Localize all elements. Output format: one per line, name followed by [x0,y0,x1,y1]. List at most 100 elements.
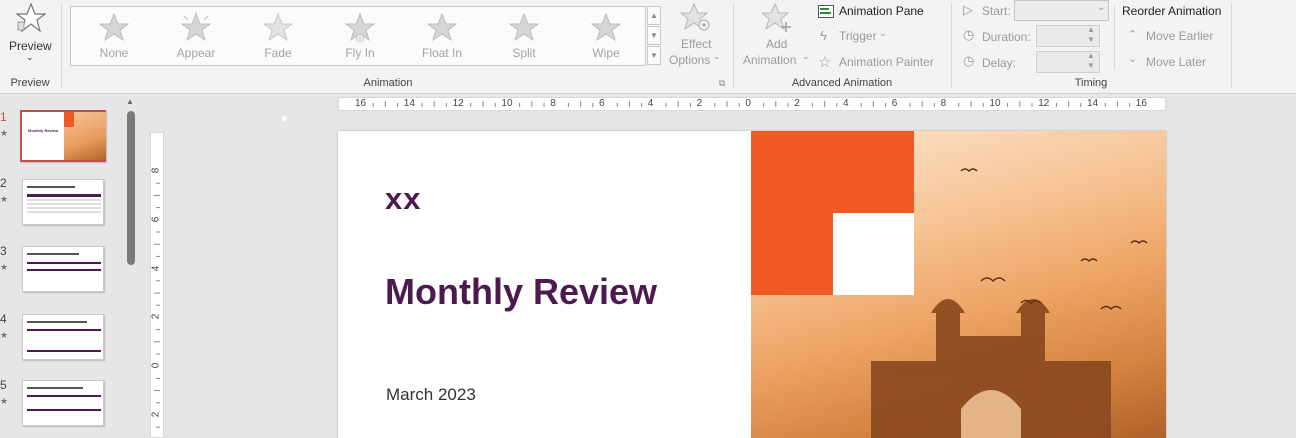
gallery-more[interactable]: ▼ [647,46,661,65]
animation-star-icon: ★ [0,194,9,204]
anim-fly-in-label: Fly In [345,46,375,60]
ruler-h-label: 4 [647,98,654,109]
add-animation-button[interactable]: Add Animation ⌄ [740,2,812,68]
animation-star-icon: ★ [0,262,9,272]
anim-none-label: None [99,46,129,60]
ruler-h-label: 10 [501,98,513,109]
ruler-h-label: 2 [696,98,703,109]
effect-options-button[interactable]: Effect Options ⌄ [666,2,726,68]
animation-pane-label: Animation Pane [839,4,924,18]
move-earlier-button[interactable]: ⌃ Move Earlier [1126,28,1226,45]
ruler-v-label: 0 [150,362,162,369]
effect-options-line1: Effect [681,37,712,51]
anim-split[interactable]: Split [483,7,565,67]
slide-title[interactable]: Monthly Review [385,271,657,313]
gallery-scroll: ▲ ▼ ▼ [647,6,661,66]
animation-pane-button[interactable]: Animation Pane [818,3,930,20]
ruler-v-label: 2 [150,411,162,418]
animation-painter-label: Animation Painter [839,55,934,69]
gallery-scroll-down[interactable]: ▼ [647,26,661,45]
star-fly-in-icon [345,12,375,42]
slide-number-3: 3 [0,244,7,258]
slide-thumbnail-2[interactable] [22,179,104,225]
slide-canvas[interactable]: xx Monthly Review March 2023 [338,131,1166,438]
lightning-icon: ϟ [820,28,827,43]
slide-thumbnail-3[interactable] [22,246,104,292]
thumb-accent [64,112,74,127]
slide-number-1: 1 [0,110,7,124]
ruler-v-label: 4 [150,265,162,271]
clock-icon: ◷ [963,27,975,42]
spinner-up-icon: ▲ [1087,25,1095,34]
add-animation-icon [762,2,791,32]
move-later-button[interactable]: ⌄ Move Later [1126,53,1226,71]
thumb-line [27,253,79,255]
preview-label: Preview [9,39,52,53]
anim-wipe-label: Wipe [592,46,620,60]
ruler-h-label: 8 [940,98,947,109]
add-animation-line1: Add [766,37,788,51]
slide-thumbnail-pane: 1 ★ Monthly Review 2 ★ 3 ★ 4 ★ 5 ★ [0,94,144,438]
anim-split-label: Split [512,46,536,60]
separator [61,4,62,88]
slide-thumbnail-1[interactable]: Monthly Review [20,110,106,162]
slide-thumbnail-5[interactable] [22,380,104,426]
white-cutout [833,213,914,295]
vertical-ruler: 8 6 4 2 0 2 [150,132,164,438]
advanced-group-label: Advanced Animation [791,77,893,89]
slide-header-text[interactable]: xx [385,181,421,217]
separator [1114,6,1115,70]
chevron-down-icon: ⌄ [879,28,887,38]
slide-thumbnail-4[interactable] [22,314,104,360]
ruler-h-label: 16 [1135,98,1147,109]
ruler-h-label: 14 [403,98,415,109]
anim-fade[interactable]: Fade [237,7,319,67]
delay-spinner[interactable]: ▲ ▼ [1036,51,1100,73]
ruler-h-label: 14 [1087,98,1099,109]
ruler-h-label: 10 [989,98,1001,109]
horizontal-ruler: 16 14 12 10 8 6 4 2 0 2 4 6 8 10 12 14 16 [338,97,1166,111]
thumb-band [27,262,101,264]
ruler-h-label: 4 [843,98,849,109]
accent-block-bottom[interactable] [751,213,833,295]
anim-none[interactable]: None [73,7,155,67]
reorder-title: Reorder Animation [1122,4,1222,18]
spinner-up-icon: ▲ [1087,51,1095,60]
animation-painter-button[interactable]: ☆ Animation Painter [818,54,940,71]
painter-star-icon: ☆ [818,54,832,71]
chevron-down-icon: ⌄ [713,51,721,61]
anim-appear[interactable]: Appear [155,7,237,67]
star-split-icon [509,12,539,42]
preview-button[interactable]: Preview ⌄ [4,2,56,66]
duration-spinner[interactable]: ▲ ▼ [1036,25,1100,47]
spinner-down-icon: ▼ [1087,35,1095,44]
delay-label: Delay: [982,56,1017,70]
slide-date[interactable]: March 2023 [386,385,476,405]
accent-block-top[interactable] [751,131,914,213]
gallery-scroll-up[interactable]: ▲ [647,6,661,25]
ruler-v-label: 6 [150,216,162,223]
slide-number-5: 5 [0,378,7,392]
thumb-line [27,186,75,188]
dialog-launcher-icon[interactable]: ⧉ [719,78,725,89]
anim-float-in[interactable]: Float In [401,7,483,67]
scroll-up-icon[interactable]: ▲ [126,97,134,106]
start-dropdown[interactable]: ⌄ [1014,0,1109,21]
star-fade-icon [263,12,293,42]
anim-fly-in[interactable]: Fly In [319,7,401,67]
slide-number-2: 2 [0,176,7,190]
trigger-button[interactable]: ϟ Trigger ⌄ [818,28,898,45]
chevron-down-icon: ⌄ [26,52,34,62]
separator [951,4,952,88]
anim-wipe[interactable]: Wipe [565,7,647,67]
ruler-h-label: 2 [794,98,800,109]
thumbnail-scrollbar[interactable] [127,111,135,265]
separator [1231,4,1232,88]
move-earlier-label: Move Earlier [1146,29,1214,43]
trigger-label: Trigger [839,29,877,43]
ruler-h-label: 0 [745,98,751,109]
thumb-line [27,321,87,323]
animation-group-label: Animation [363,77,413,89]
ruler-h-label: 6 [599,98,605,109]
slide-number-4: 4 [0,312,7,326]
